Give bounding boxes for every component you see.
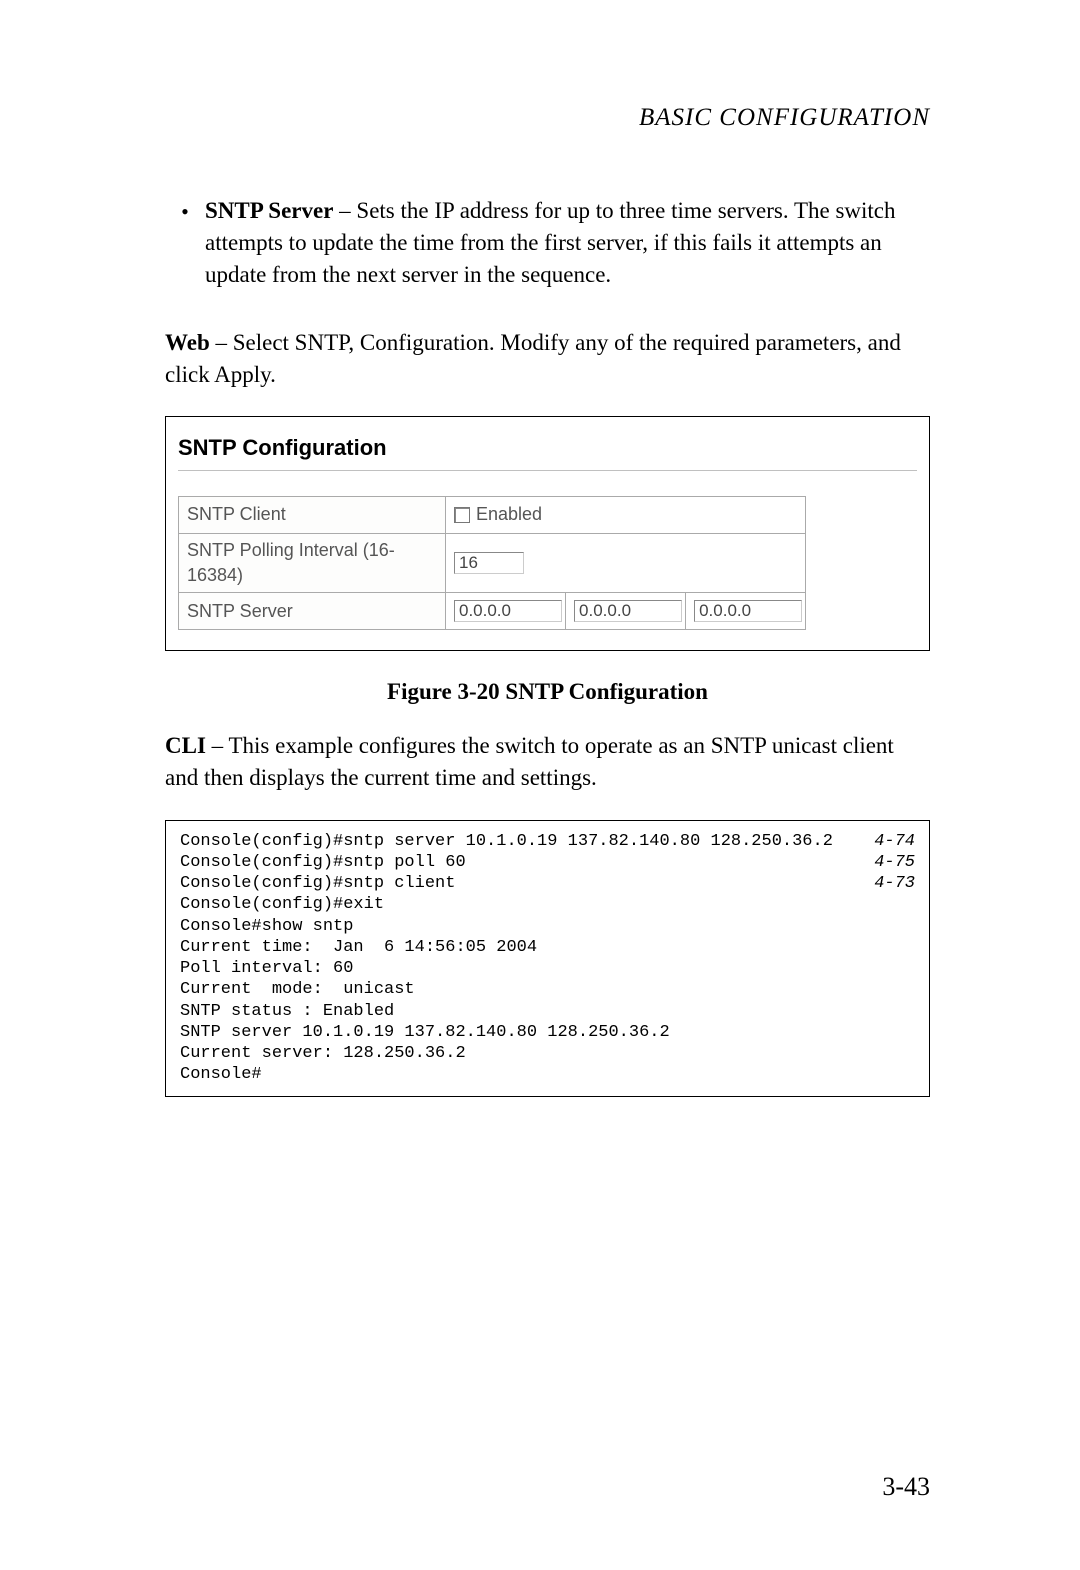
figure-caption: Figure 3-20 SNTP Configuration [165, 676, 930, 708]
cli-text: Current server: 128.250.36.2 [180, 1043, 466, 1064]
cli-line: Console#show sntp [180, 916, 915, 937]
cli-text: Console(config)#sntp server 10.1.0.19 13… [180, 831, 833, 852]
cli-line: SNTP server 10.1.0.19 137.82.140.80 128.… [180, 1022, 915, 1043]
running-header: BASIC CONFIGURATION [165, 100, 930, 135]
row-sntp-server: SNTP Server [179, 593, 806, 630]
cli-line: Console# [180, 1064, 915, 1085]
page-number: 3-43 [882, 1469, 930, 1505]
enabled-label: Enabled [476, 504, 542, 524]
cli-line: Console(config)#sntp server 10.1.0.19 13… [180, 831, 915, 852]
label-polling-interval: SNTP Polling Interval (16-16384) [179, 533, 446, 592]
cli-line: Current server: 128.250.36.2 [180, 1043, 915, 1064]
page: BASIC CONFIGURATION • SNTP Server – Sets… [0, 0, 1080, 1570]
cli-line: Current time: Jan 6 14:56:05 2004 [180, 937, 915, 958]
config-table: SNTP Client Enabled SNTP Polling Interva… [178, 496, 806, 630]
bullet-sntp-server: • SNTP Server – Sets the IP address for … [165, 195, 930, 292]
cli-ref: 4-74 [854, 831, 915, 852]
row-sntp-client: SNTP Client Enabled [179, 496, 806, 533]
cli-text: Console# [180, 1064, 262, 1085]
cli-output-box: Console(config)#sntp server 10.1.0.19 13… [165, 820, 930, 1097]
server-1-input[interactable] [454, 600, 562, 622]
cli-text: Console(config)#sntp poll 60 [180, 852, 466, 873]
cli-text: Console#show sntp [180, 916, 353, 937]
cli-line: Console(config)#sntp poll 60 4-75 [180, 852, 915, 873]
cell-polling-interval [446, 533, 806, 592]
row-polling-interval: SNTP Polling Interval (16-16384) [179, 533, 806, 592]
cli-line: Console(config)#sntp client 4-73 [180, 873, 915, 894]
web-lead: Web [165, 330, 210, 355]
cli-line: Console(config)#exit [180, 894, 915, 915]
cli-line: Poll interval: 60 [180, 958, 915, 979]
cli-text: Console(config)#sntp client [180, 873, 455, 894]
cell-server-2 [566, 593, 686, 630]
panel-divider [178, 470, 917, 471]
cli-lead: CLI [165, 733, 206, 758]
cli-line: Current mode: unicast [180, 979, 915, 1000]
cli-line: SNTP status : Enabled [180, 1001, 915, 1022]
label-sntp-client: SNTP Client [179, 496, 446, 533]
server-2-input[interactable] [574, 600, 682, 622]
cli-rest: – This example configures the switch to … [165, 733, 894, 790]
bullet-body: SNTP Server – Sets the IP address for up… [205, 195, 930, 292]
sntp-config-panel: SNTP Configuration SNTP Client Enabled S… [165, 416, 930, 651]
cli-text: SNTP server 10.1.0.19 137.82.140.80 128.… [180, 1022, 670, 1043]
cell-server-3 [686, 593, 806, 630]
cli-text: Poll interval: 60 [180, 958, 353, 979]
cli-text: Current mode: unicast [180, 979, 415, 1000]
cli-paragraph: CLI – This example configures the switch… [165, 730, 930, 794]
polling-interval-input[interactable] [454, 552, 524, 574]
web-rest: – Select SNTP, Configuration. Modify any… [165, 330, 901, 387]
cli-ref: 4-75 [854, 852, 915, 873]
server-3-input[interactable] [694, 600, 802, 622]
cell-sntp-client-enabled: Enabled [446, 496, 806, 533]
enabled-checkbox[interactable] [454, 507, 470, 523]
cli-text: Current time: Jan 6 14:56:05 2004 [180, 937, 537, 958]
cli-ref: 4-73 [854, 873, 915, 894]
bullet-term: SNTP Server [205, 198, 333, 223]
label-sntp-server: SNTP Server [179, 593, 446, 630]
bullet-marker: • [165, 195, 205, 292]
cli-text: SNTP status : Enabled [180, 1001, 394, 1022]
cli-text: Console(config)#exit [180, 894, 384, 915]
panel-title: SNTP Configuration [178, 427, 917, 470]
cell-server-1 [446, 593, 566, 630]
web-paragraph: Web – Select SNTP, Configuration. Modify… [165, 327, 930, 391]
bullet-separator: – [333, 198, 356, 223]
